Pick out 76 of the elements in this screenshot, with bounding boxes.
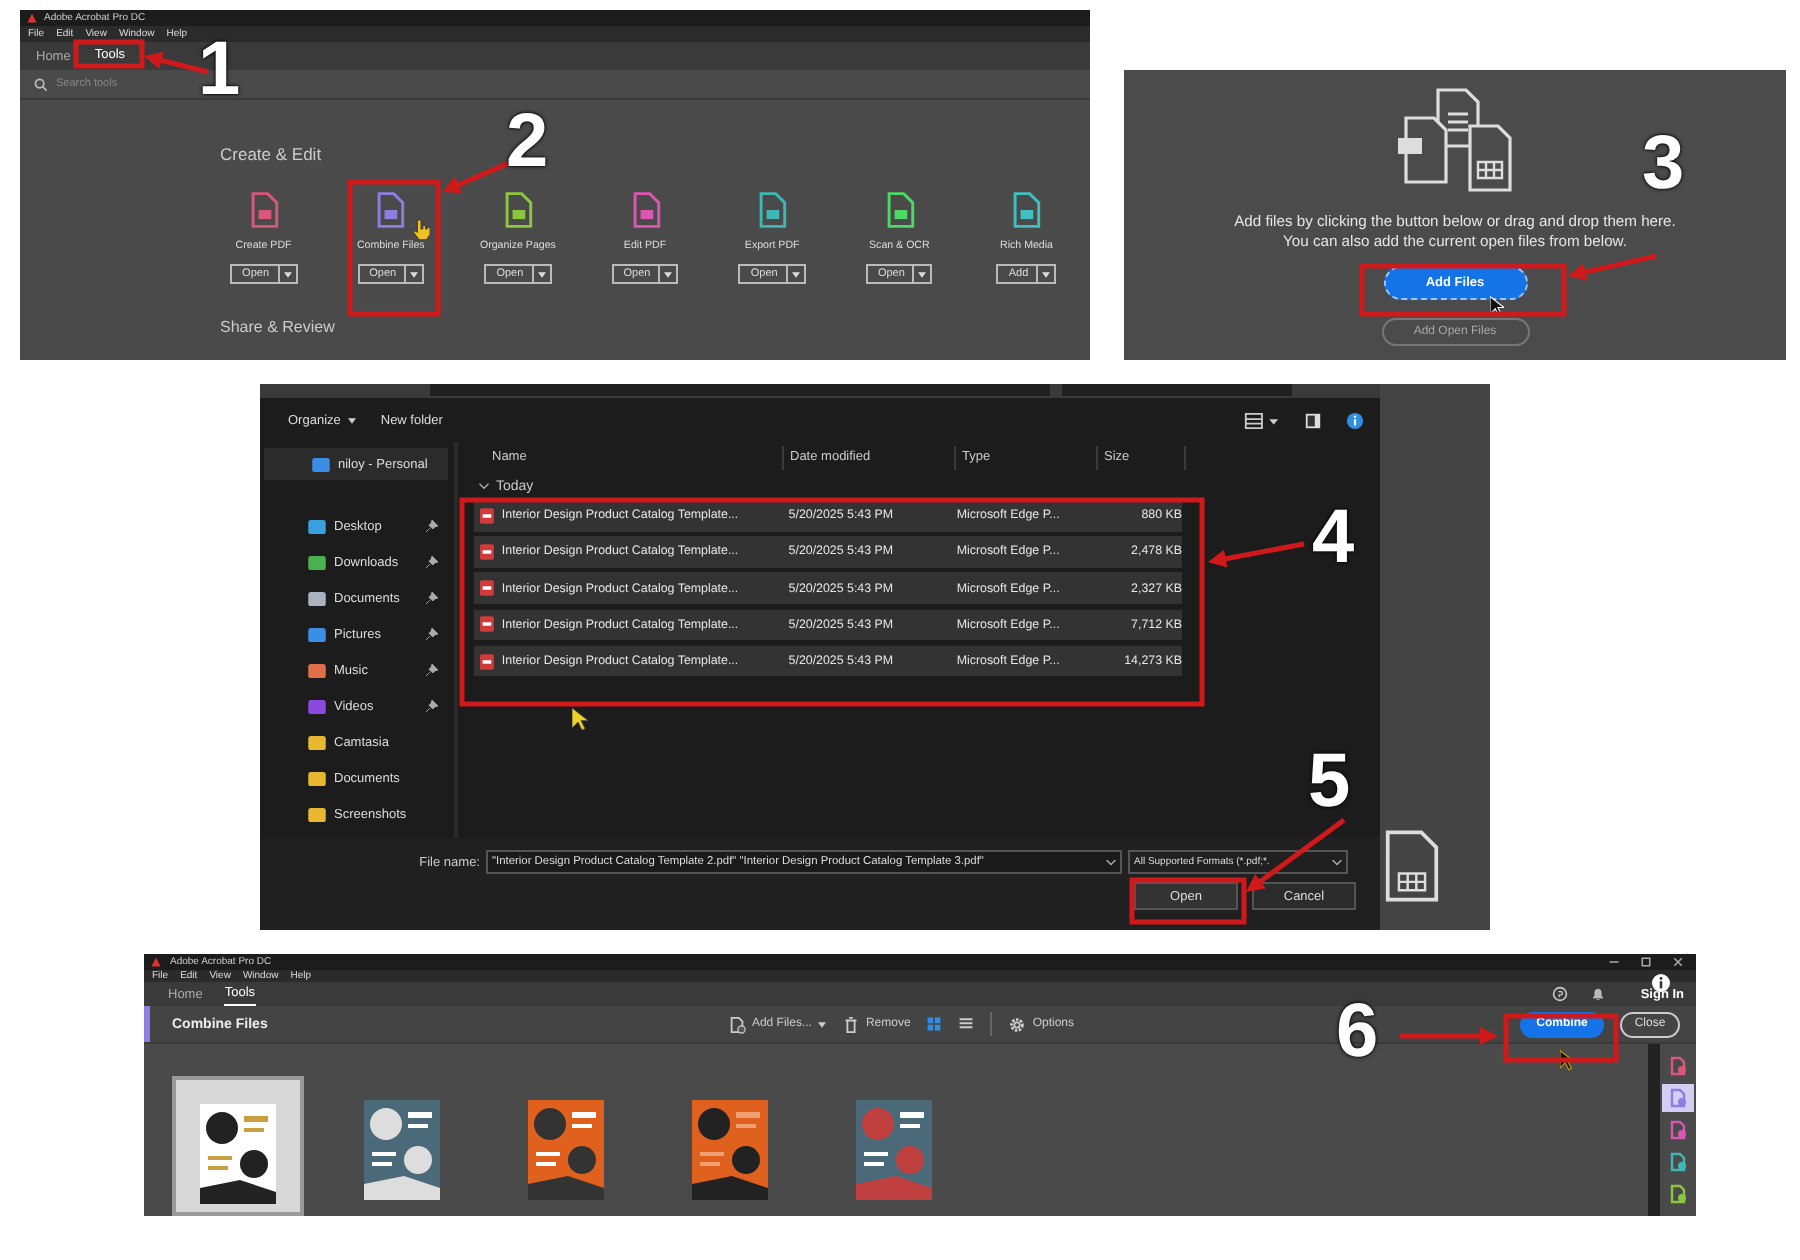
highlight-frame	[1503, 1013, 1619, 1063]
pin-icon[interactable]	[426, 664, 438, 676]
pictures-icon	[308, 627, 326, 641]
pdf-file-icon	[480, 653, 494, 669]
step-number: 4	[1312, 500, 1355, 576]
caret-icon[interactable]	[664, 271, 673, 277]
step-number: 6	[1336, 994, 1379, 1070]
folder-icon	[308, 807, 326, 821]
spreadsheet-file-icon	[1384, 826, 1440, 906]
grid-view-icon[interactable]	[926, 1016, 943, 1032]
callout-arrow	[1568, 253, 1657, 281]
address-field[interactable]	[430, 384, 1050, 396]
pdf-file-icon	[480, 616, 494, 633]
help-icon[interactable]	[1346, 411, 1364, 429]
preview-pane-icon[interactable]	[1304, 411, 1322, 429]
caret-icon[interactable]	[410, 271, 419, 277]
folder-icon	[308, 771, 326, 785]
cursor-icon	[1490, 296, 1504, 318]
section-heading: Create & Edit	[218, 144, 324, 164]
document-icon[interactable]	[1668, 1120, 1688, 1140]
pdf-file-icon	[480, 543, 494, 560]
highlight-frame	[347, 179, 441, 317]
highlight-frame	[73, 39, 145, 69]
chevron-icon[interactable]	[478, 482, 490, 490]
callout-arrow	[1208, 541, 1305, 568]
pdf-file-icon	[480, 507, 494, 524]
pin-icon[interactable]	[426, 556, 438, 568]
pin-icon[interactable]	[426, 628, 438, 640]
file-thumbnail[interactable]	[172, 1076, 304, 1216]
step-number: 1	[198, 32, 241, 108]
caret-icon[interactable]	[537, 271, 546, 277]
add-file-icon[interactable]	[727, 1015, 746, 1033]
trash-icon[interactable]	[841, 1015, 860, 1033]
document-icon[interactable]	[1668, 1152, 1688, 1172]
bell-icon[interactable]	[1590, 986, 1607, 1002]
callout-arrow	[1400, 1027, 1498, 1045]
list-view-icon[interactable]	[958, 1016, 975, 1032]
scrollbar[interactable]	[1648, 1044, 1660, 1216]
caret-icon[interactable]	[918, 271, 927, 277]
settings-icon[interactable]	[1008, 1015, 1027, 1033]
desktop-icon	[308, 519, 326, 533]
step-number: 5	[1308, 744, 1351, 820]
caret-icon[interactable]	[1042, 271, 1051, 277]
maximize-icon[interactable]	[1640, 956, 1652, 968]
step-number: 2	[506, 104, 549, 180]
chevron-icon[interactable]	[1332, 859, 1342, 865]
cursor-icon	[572, 708, 588, 732]
close-icon[interactable]	[1672, 956, 1684, 968]
section-heading: Share & Review	[218, 318, 337, 336]
pdf-file-icon	[480, 580, 494, 597]
caret-icon[interactable]	[817, 1021, 826, 1027]
step-number: 3	[1642, 126, 1685, 202]
view-options-icon[interactable]	[1244, 411, 1280, 429]
tool-accent-bar	[144, 1006, 150, 1042]
music-icon	[308, 663, 326, 677]
minimize-icon[interactable]	[1608, 956, 1620, 968]
folder-icon	[308, 735, 326, 749]
caret-icon[interactable]	[348, 417, 357, 423]
highlight-frame	[1129, 877, 1247, 925]
pin-icon[interactable]	[426, 592, 438, 604]
caret-icon[interactable]	[791, 271, 800, 277]
hand-cursor-icon	[412, 218, 430, 240]
pin-icon[interactable]	[426, 700, 438, 712]
document-icon	[308, 591, 326, 605]
chevron-icon[interactable]	[1106, 859, 1116, 865]
video-icon	[308, 699, 326, 713]
search-field[interactable]	[1062, 384, 1292, 396]
document-icon[interactable]	[1668, 1184, 1688, 1204]
cloud-icon	[312, 457, 330, 471]
download-icon	[308, 555, 326, 569]
pin-icon[interactable]	[426, 520, 438, 532]
files-icon	[1393, 86, 1517, 198]
caret-icon[interactable]	[283, 271, 292, 277]
help-icon[interactable]	[1552, 986, 1569, 1002]
search-icon	[34, 77, 48, 91]
cursor-icon	[1560, 1050, 1574, 1072]
